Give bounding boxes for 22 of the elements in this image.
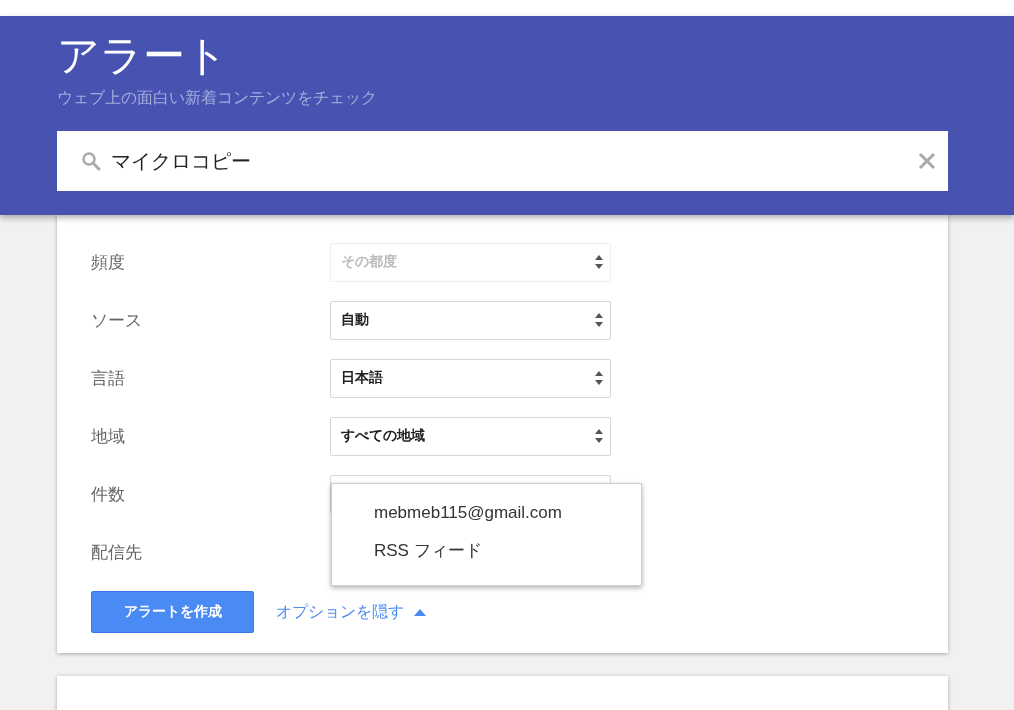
page-title: アラート — [57, 32, 228, 80]
close-icon[interactable] — [918, 152, 936, 170]
field-label: 言語 — [91, 366, 126, 390]
search-icon — [81, 151, 101, 171]
field-label: 頻度 — [91, 250, 126, 274]
updown-icon — [594, 428, 604, 444]
updown-icon — [594, 312, 604, 328]
field-label: ソース — [91, 308, 143, 332]
page-subtitle: ウェブ上の面白い新着コンテンツをチェック — [57, 88, 377, 109]
field-label: 配信先 — [91, 540, 143, 564]
field-label: 件数 — [91, 482, 126, 506]
select-field[interactable]: 自動 — [330, 300, 611, 340]
updown-icon — [594, 370, 604, 386]
caret-icon — [414, 608, 426, 616]
menu-item[interactable]: RSS フィード — [332, 531, 641, 570]
search-field[interactable]: マイクロコピー — [57, 131, 948, 191]
field-label: 地域 — [91, 424, 126, 448]
select-field[interactable]: すべての地域 — [330, 416, 611, 456]
menu-item[interactable]: mebmeb115@gmail.com — [332, 495, 641, 531]
updown-icon — [594, 254, 604, 270]
select-field[interactable]: 日本語 — [330, 358, 611, 398]
hide-options-link[interactable]: オプションを隠す — [276, 601, 426, 623]
